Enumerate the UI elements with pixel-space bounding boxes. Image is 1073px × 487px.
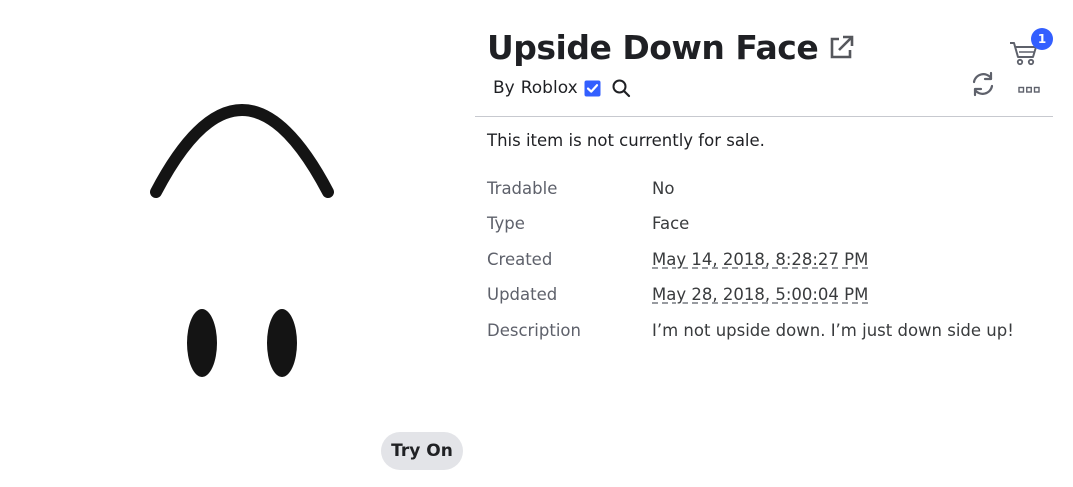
detail-row-description: Description I’m not upside down. I’m jus… — [487, 320, 1057, 355]
sale-status-text: This item is not currently for sale. — [487, 131, 765, 150]
detail-row-updated: Updated May 28, 2018, 5:00:04 PM — [487, 284, 1057, 319]
detail-row-tradable: Tradable No — [487, 178, 1057, 213]
created-date-value: May 14, 2018, 8:28:27 PM — [652, 249, 869, 269]
refresh-icon[interactable] — [970, 71, 996, 97]
detail-value: Face — [652, 214, 690, 234]
creator-prefix: By — [493, 78, 515, 98]
detail-label: Description — [487, 320, 581, 340]
detail-label: Created — [487, 249, 553, 269]
detail-row-type: Type Face — [487, 213, 1057, 248]
verified-badge-icon — [584, 80, 601, 97]
face-eye-right — [267, 309, 297, 377]
detail-value: No — [652, 179, 675, 198]
detail-label: Updated — [487, 285, 558, 305]
detail-row-created: Created May 14, 2018, 8:28:27 PM — [487, 249, 1057, 284]
more-options-icon[interactable] — [1018, 80, 1040, 93]
detail-label: Type — [487, 214, 525, 234]
upside-down-face-image — [150, 104, 334, 377]
face-eye-left — [187, 309, 217, 377]
cart-count-badge: 1 — [1031, 28, 1053, 50]
item-title: Upside Down Face — [487, 28, 819, 67]
header-divider — [475, 116, 1053, 117]
face-mouth — [150, 104, 334, 198]
item-title-row: Upside Down Face — [487, 26, 856, 70]
item-thumbnail: Try On — [0, 0, 475, 487]
updated-date-value: May 28, 2018, 5:00:04 PM — [652, 285, 869, 305]
external-link-icon[interactable] — [826, 33, 856, 63]
search-icon[interactable] — [611, 78, 631, 98]
creator-name-link[interactable]: Roblox — [521, 78, 578, 98]
creator-row: By Roblox — [493, 78, 631, 98]
description-value: I’m not upside down. I’m just down side … — [652, 320, 1014, 340]
item-details-list: Tradable No Type Face Created May 14, 20… — [487, 178, 1057, 355]
detail-label: Tradable — [487, 179, 558, 198]
try-on-button[interactable]: Try On — [381, 432, 463, 470]
